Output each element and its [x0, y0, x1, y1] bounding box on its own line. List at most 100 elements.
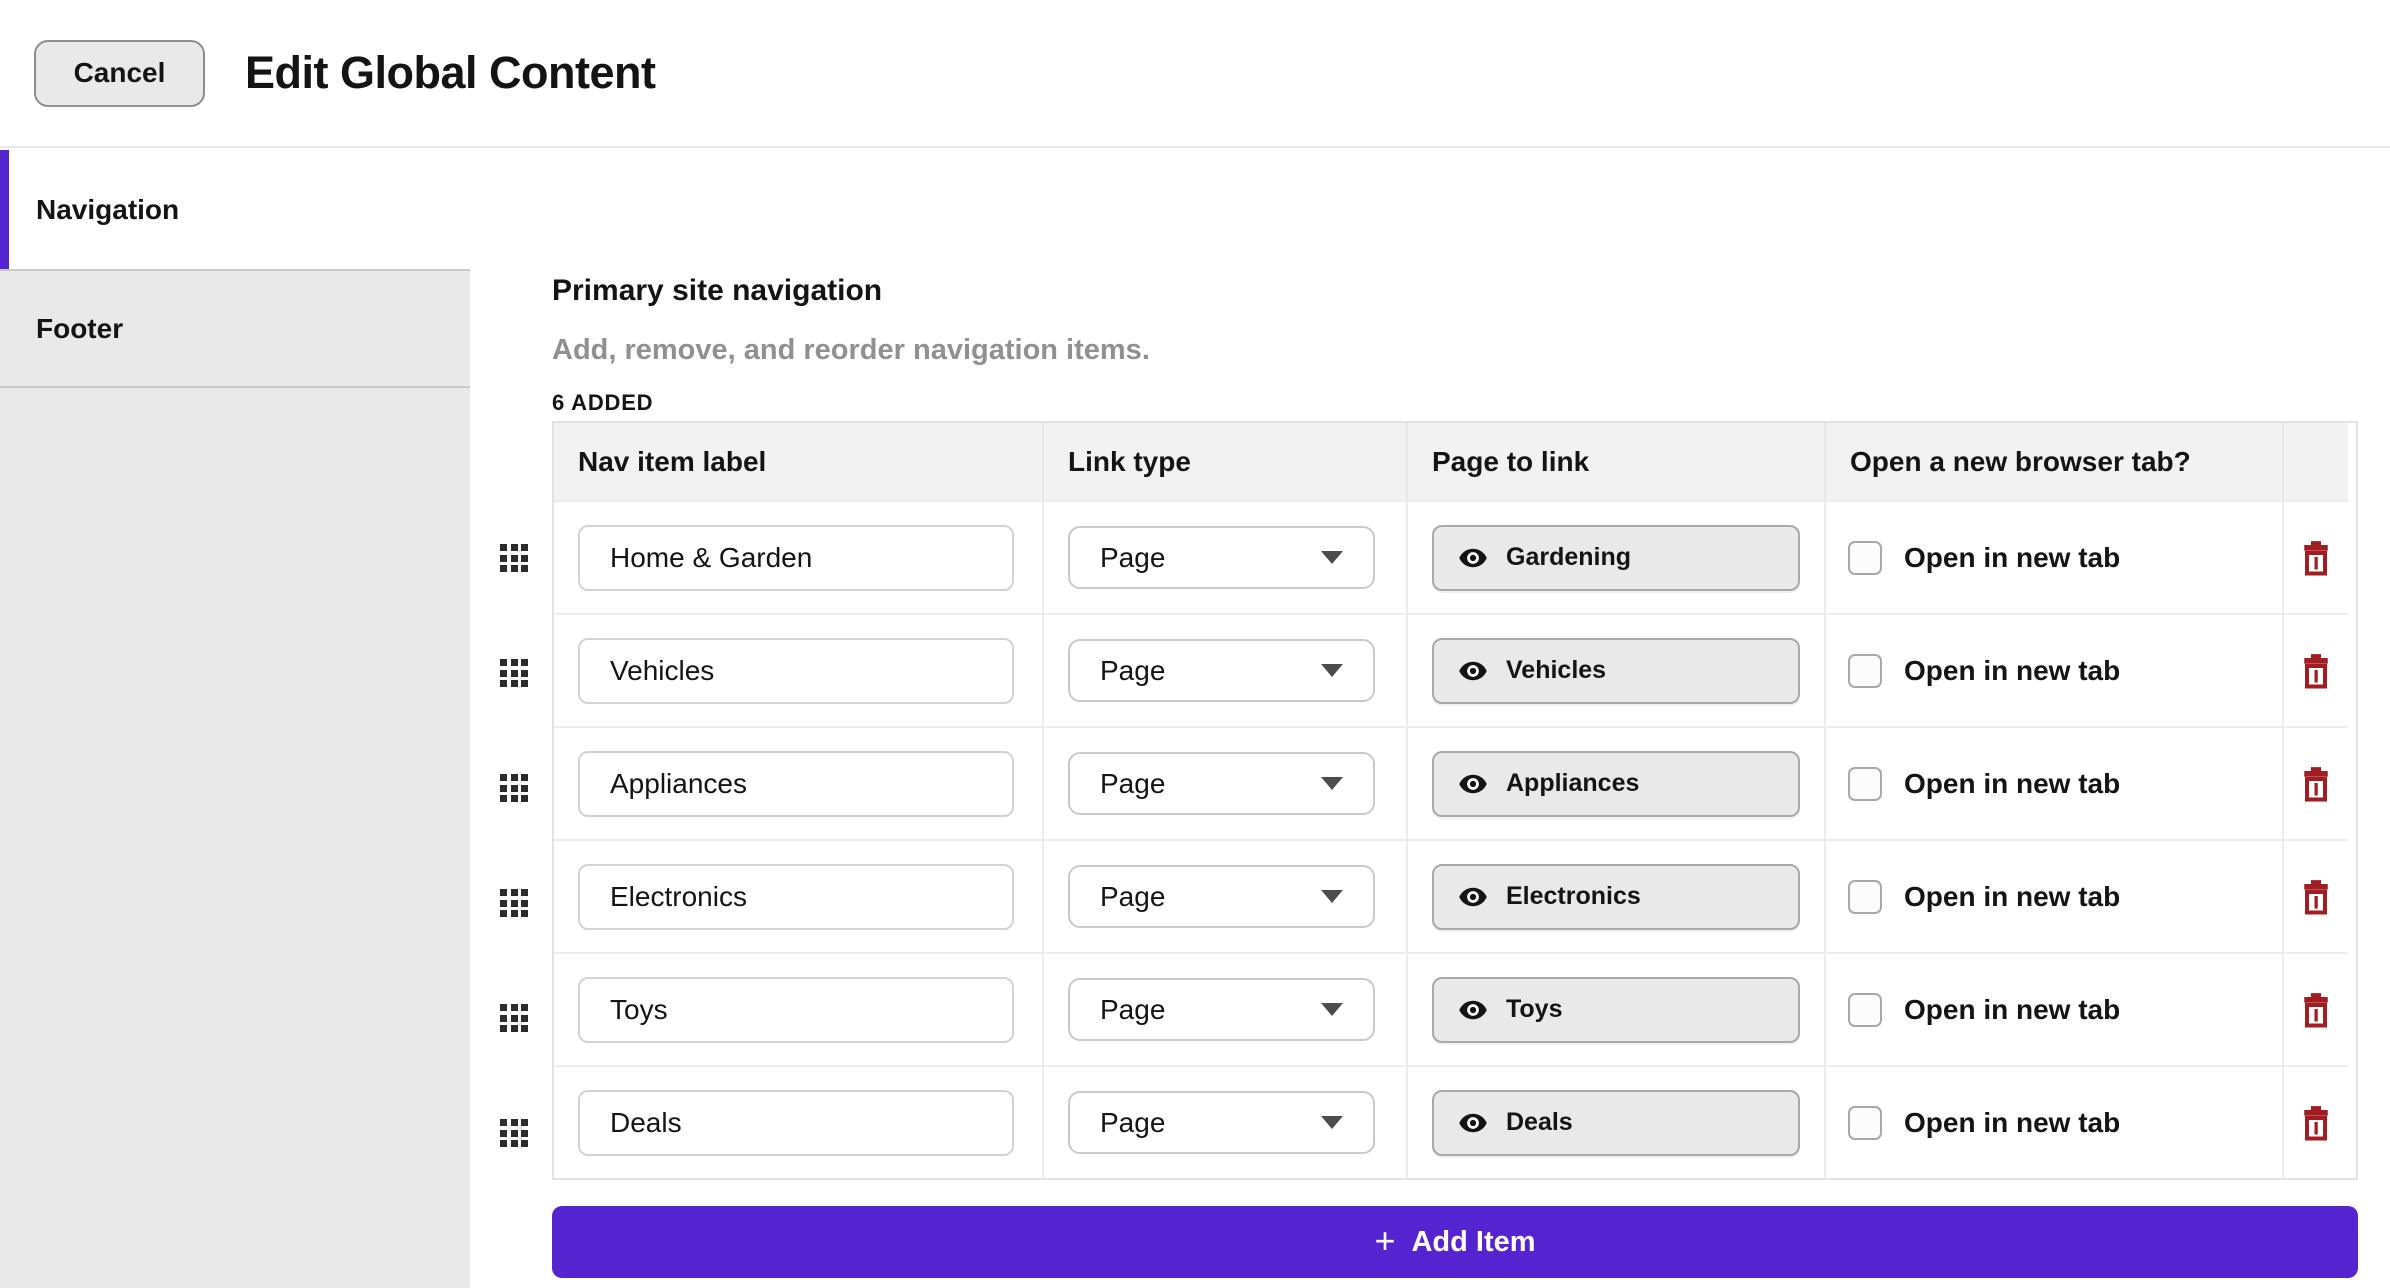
eye-icon	[1459, 661, 1487, 680]
delete-button[interactable]	[2297, 1101, 2335, 1145]
table-row-label-cell	[554, 613, 1044, 726]
trash-icon	[2304, 766, 2328, 801]
new-tab-label: Open in new tab	[1904, 880, 2121, 912]
table-row-newtab-cell: Open in new tab	[1826, 1065, 2284, 1178]
table-row-linktype-cell: Page	[1044, 952, 1408, 1065]
trash-icon	[2304, 992, 2328, 1027]
drag-handle[interactable]	[500, 659, 528, 687]
table-row-label-cell	[554, 500, 1044, 613]
table-row-delete-cell	[2284, 726, 2348, 839]
table-row-page-cell: Toys	[1408, 952, 1826, 1065]
table-row-newtab-cell: Open in new tab	[1826, 613, 2284, 726]
page-link-label: Toys	[1506, 995, 1563, 1023]
chevron-down-icon	[1321, 1003, 1343, 1016]
nav-item-label-input[interactable]	[578, 637, 1014, 704]
table-row-label-cell	[554, 726, 1044, 839]
link-type-select[interactable]: Page	[1068, 526, 1375, 589]
table-row-delete-cell	[2284, 500, 2348, 613]
link-type-select[interactable]: Page	[1068, 1091, 1375, 1154]
new-tab-label: Open in new tab	[1904, 993, 2121, 1025]
table-row-delete-cell	[2284, 952, 2348, 1065]
new-tab-checkbox[interactable]	[1848, 879, 1882, 914]
link-type-value: Page	[1100, 880, 1166, 912]
page-link-button[interactable]: Toys	[1432, 976, 1800, 1043]
chevron-down-icon	[1321, 777, 1343, 790]
page-link-button[interactable]: Vehicles	[1432, 637, 1800, 704]
nav-item-label-input[interactable]	[578, 524, 1014, 591]
added-count-badge: 6 ADDED	[552, 390, 654, 415]
delete-button[interactable]	[2297, 762, 2335, 806]
nav-item-label-input[interactable]	[578, 1089, 1014, 1156]
table-row-delete-cell	[2284, 613, 2348, 726]
table-row-linktype-cell: Page	[1044, 726, 1408, 839]
link-type-select[interactable]: Page	[1068, 865, 1375, 928]
link-type-value: Page	[1100, 1106, 1166, 1138]
sidebar-item-label: Footer	[36, 312, 124, 344]
page-link-button[interactable]: Electronics	[1432, 863, 1800, 930]
page-link-label: Deals	[1506, 1108, 1573, 1136]
column-header-actions	[2284, 423, 2348, 500]
table-row-linktype-cell: Page	[1044, 1065, 1408, 1178]
page-link-button[interactable]: Gardening	[1432, 524, 1800, 591]
table-row-page-cell: Electronics	[1408, 839, 1826, 952]
drag-handle[interactable]	[500, 544, 528, 572]
page-link-button[interactable]: Appliances	[1432, 750, 1800, 817]
link-type-value: Page	[1100, 993, 1166, 1025]
delete-button[interactable]	[2297, 536, 2335, 580]
drag-handle[interactable]	[500, 1004, 528, 1032]
add-item-button[interactable]: + Add Item	[552, 1206, 2358, 1278]
new-tab-checkbox[interactable]	[1848, 653, 1882, 688]
table-row-page-cell: Gardening	[1408, 500, 1826, 613]
delete-button[interactable]	[2297, 649, 2335, 693]
new-tab-checkbox[interactable]	[1848, 992, 1882, 1027]
add-item-label: Add Item	[1411, 1225, 1536, 1258]
chevron-down-icon	[1321, 664, 1343, 677]
drag-handle[interactable]	[500, 889, 528, 917]
column-header-open-new-tab: Open a new browser tab?	[1826, 423, 2284, 500]
sidebar-item-footer[interactable]: Footer	[0, 269, 470, 388]
drag-handle[interactable]	[500, 774, 528, 802]
new-tab-checkbox[interactable]	[1848, 766, 1882, 801]
eye-icon	[1459, 887, 1487, 906]
chevron-down-icon	[1321, 551, 1343, 564]
nav-item-label-input[interactable]	[578, 863, 1014, 930]
table-row-label-cell	[554, 839, 1044, 952]
eye-icon	[1459, 1000, 1487, 1019]
link-type-select[interactable]: Page	[1068, 752, 1375, 815]
drag-handle[interactable]	[500, 1119, 528, 1147]
page-link-button[interactable]: Deals	[1432, 1089, 1800, 1156]
cancel-button[interactable]: Cancel	[34, 39, 205, 107]
delete-button[interactable]	[2297, 875, 2335, 919]
chevron-down-icon	[1321, 1116, 1343, 1129]
column-header-page-to-link: Page to link	[1408, 423, 1826, 500]
table-row-newtab-cell: Open in new tab	[1826, 952, 2284, 1065]
delete-button[interactable]	[2297, 988, 2335, 1032]
link-type-select[interactable]: Page	[1068, 978, 1375, 1041]
link-type-value: Page	[1100, 654, 1166, 686]
new-tab-label: Open in new tab	[1904, 1106, 2121, 1138]
table-row-linktype-cell: Page	[1044, 500, 1408, 613]
column-header-link-type: Link type	[1044, 423, 1408, 500]
eye-icon	[1459, 548, 1487, 567]
table-row-label-cell	[554, 1065, 1044, 1178]
page-link-label: Gardening	[1506, 543, 1632, 571]
section-description: Add, remove, and reorder navigation item…	[552, 334, 1150, 366]
nav-item-label-input[interactable]	[578, 976, 1014, 1043]
new-tab-checkbox[interactable]	[1848, 540, 1882, 575]
sidebar-item-navigation[interactable]: Navigation	[0, 150, 470, 269]
link-type-value: Page	[1100, 767, 1166, 799]
link-type-value: Page	[1100, 541, 1166, 573]
new-tab-checkbox[interactable]	[1848, 1105, 1882, 1140]
nav-item-label-input[interactable]	[578, 750, 1014, 817]
table-row-page-cell: Vehicles	[1408, 613, 1826, 726]
page-title: Edit Global Content	[245, 47, 656, 98]
page-link-label: Electronics	[1506, 882, 1641, 910]
new-tab-label: Open in new tab	[1904, 541, 2121, 573]
page-link-label: Appliances	[1506, 769, 1640, 797]
link-type-select[interactable]: Page	[1068, 639, 1375, 702]
eye-icon	[1459, 1113, 1487, 1132]
section-title: Primary site navigation	[552, 274, 883, 307]
chevron-down-icon	[1321, 890, 1343, 903]
sidebar-item-label: Navigation	[36, 193, 180, 225]
column-header-nav-item-label: Nav item label	[554, 423, 1044, 500]
